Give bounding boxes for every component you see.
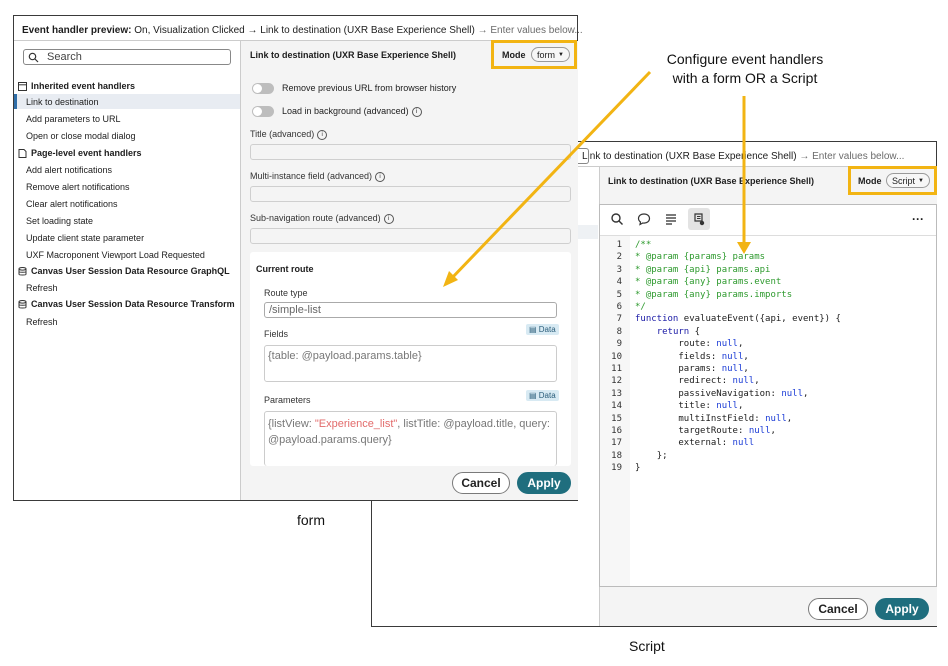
callout-arrows (443, 70, 751, 287)
caption-script: Script (629, 638, 665, 654)
caption-form: form (297, 512, 325, 528)
arrow-to-form (448, 70, 652, 282)
arrow-to-script-head (737, 242, 751, 254)
